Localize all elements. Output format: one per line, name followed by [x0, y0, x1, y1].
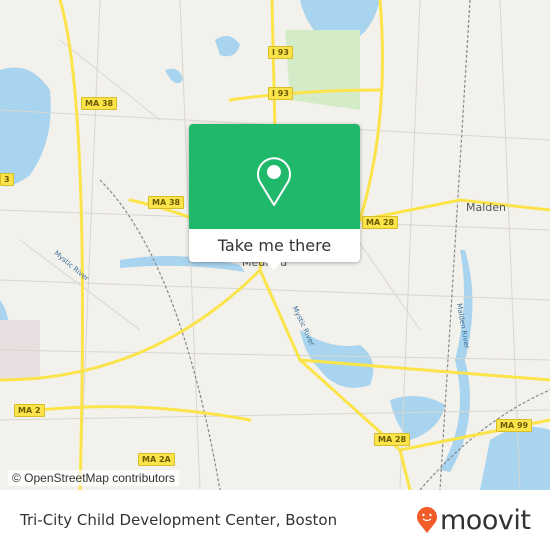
route-shield: MA 99 [496, 419, 533, 432]
popup-header[interactable] [189, 124, 360, 229]
take-me-there-button[interactable]: Take me there [189, 229, 360, 262]
map-attribution[interactable]: © OpenStreetMap contributors [8, 470, 179, 486]
route-shield: 3 [0, 173, 14, 186]
moovit-pin-icon [417, 507, 437, 533]
route-shield: MA 28 [374, 433, 411, 446]
route-shield: MA 38 [148, 196, 185, 209]
popup-pointer [266, 262, 282, 270]
location-title: Tri-City Child Development Center, Bosto… [20, 511, 338, 529]
route-shield: MA 2 [14, 404, 45, 417]
map[interactable]: I 93 I 93 MA 38 MA 38 MA 28 MA 28 MA 2 M… [0, 0, 550, 490]
route-shield: I 93 [268, 87, 293, 100]
footer: Tri-City Child Development Center, Bosto… [0, 490, 550, 550]
route-shield: MA 2A [138, 453, 175, 466]
location-pin-icon [257, 157, 291, 206]
route-shield: MA 38 [81, 97, 118, 110]
destination-popup: Take me there [189, 124, 360, 270]
moovit-logo: moovit [416, 500, 531, 540]
brand-name: moovit [440, 504, 531, 536]
place-label-malden: Malden [466, 201, 507, 214]
route-shield: MA 28 [362, 216, 399, 229]
route-shield: I 93 [268, 46, 293, 59]
